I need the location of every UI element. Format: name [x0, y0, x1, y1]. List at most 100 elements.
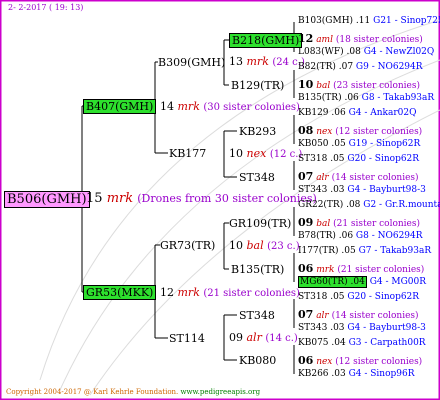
g1-node-1[interactable]: GR53(MKK) [83, 285, 157, 300]
g4-bot-id: B78(TR) .06 [298, 231, 354, 241]
g4-top-id: KB075 .04 [298, 338, 346, 348]
g4-bot[interactable]: ST343 .03 G4 - Bayburt98-3 [298, 324, 426, 333]
root-id: B506(GMH) [4, 191, 90, 208]
g4-mid: 06 nex (12 sister colonies) [298, 355, 422, 367]
g4-bot[interactable]: L083(WF) .08 G4 - NewZl02Q [298, 48, 434, 57]
g2-num: 13 [229, 55, 243, 68]
g4-note: (18 sister colonies) [335, 35, 423, 45]
g4-top[interactable]: KB129 .06 G4 - Ankar02Q [298, 109, 417, 118]
copyright-label: Copyright 2004-2017 @ Karl Kehrle Founda… [6, 388, 179, 396]
g2-mrk: bal [246, 239, 264, 252]
g4-num: 10 [298, 78, 314, 91]
g3-node[interactable]: KB293 [239, 126, 276, 137]
g4-top[interactable]: GR22(TR) .08 G2 - Gr.R.mounta [298, 201, 440, 210]
g4-bot-id: ST343 .03 [298, 185, 345, 195]
g4-bot-line: G4 - MG00R [369, 277, 427, 287]
g4-top[interactable]: ST318 .05 G20 - Sinop62R [298, 155, 419, 164]
g4-num: 09 [298, 216, 314, 229]
g3-node[interactable]: ST348 [239, 172, 275, 183]
g3-node[interactable]: KB080 [239, 355, 276, 366]
g1-mrk: mrk [177, 286, 200, 299]
g4-bot-line: G4 - Bayburt98-3 [347, 185, 426, 195]
g4-top-line: G20 - Sinop62R [347, 292, 420, 302]
g4-mrk: alr [316, 173, 329, 183]
g4-bot[interactable]: KB266 .03 G4 - Sinop96R [298, 370, 415, 379]
g4-bot[interactable]: MG60(TR) .04 G4 - MG00R [298, 276, 427, 288]
g4-top[interactable]: B82(TR) .07 G9 - NO6294R [298, 63, 423, 72]
g4-top-id: ST318 .05 [298, 292, 345, 302]
g4-top-line: G20 - Sinop62R [347, 154, 420, 164]
g4-bot-line: G4 - Bayburt98-3 [347, 323, 426, 333]
g4-mid: 12 aml (18 sister colonies) [298, 33, 423, 45]
g4-mid: 08 nex (12 sister colonies) [298, 125, 422, 137]
site-link[interactable]: www.pedigreeapis.org [181, 388, 261, 396]
date-stamp: 2- 2-2017 ( 19: 13) [8, 3, 84, 12]
g2-mrk: nex [246, 147, 267, 160]
g3-node[interactable]: B129(TR) [231, 80, 284, 91]
g3-node[interactable]: B135(TR) [231, 264, 284, 275]
g4-note: (14 sister colonies) [331, 173, 419, 183]
g1-info-1: 12 mrk (21 sister colonies) [160, 287, 300, 299]
g1-id: GR53(MKK) [83, 285, 157, 300]
g4-top-line: G4 - Ankar02Q [348, 108, 417, 118]
g4-top-id: GR22(TR) .08 [298, 200, 361, 210]
g2-mrk: mrk [246, 55, 269, 68]
root-node[interactable]: B506(GMH) [4, 191, 90, 208]
g4-bot-id: KB266 .03 [298, 369, 346, 379]
g4-top-id: KB129 .06 [298, 108, 346, 118]
g2-note: (14 c.) [265, 333, 298, 344]
g3-node[interactable]: B218(GMH) [229, 33, 303, 48]
g4-num: 06 [298, 354, 314, 367]
g4-bot[interactable]: B135(TR) .06 G8 - Takab93aR [298, 94, 434, 103]
root-info: 15 mrk (Drones from 30 sister colonies) [86, 192, 317, 205]
g1-num: 12 [160, 286, 174, 299]
g4-bot[interactable]: KB050 .05 G19 - Sinop62R [298, 140, 420, 149]
g4-mrk: bal [316, 219, 331, 229]
g2-node-0[interactable]: B309(GMH) [158, 57, 225, 68]
g4-bot-id: KB050 .05 [298, 139, 346, 149]
g4-top-line: G21 - Sinop72R [373, 16, 440, 26]
g4-bot-id: ST343 .03 [298, 323, 345, 333]
root-mrk: mrk [106, 191, 134, 206]
g3-node[interactable]: ST348 [239, 310, 275, 321]
copyright-text: Copyright 2004-2017 @ Karl Kehrle Founda… [6, 389, 260, 396]
g4-mrk: aml [316, 35, 333, 45]
g4-top[interactable]: B103(GMH) .11 G21 - Sinop72R [298, 17, 440, 26]
g2-num: 10 [229, 239, 243, 252]
g4-bot-line: G4 - Sinop96R [348, 369, 415, 379]
g2-info-0: 13 mrk (24 c.) [229, 56, 305, 68]
g4-top[interactable]: ST318 .05 G20 - Sinop62R [298, 293, 419, 302]
g2-node-3[interactable]: ST114 [169, 333, 205, 344]
g4-mrk: mrk [316, 265, 335, 275]
g2-info-3: 09 alr (14 c.) [229, 332, 298, 344]
g1-id: B407(GMH) [83, 99, 157, 114]
g4-mrk: nex [316, 127, 333, 137]
g2-node-1[interactable]: KB177 [169, 148, 206, 159]
g3-id: B218(GMH) [229, 33, 303, 48]
g1-mrk: mrk [177, 100, 200, 113]
g4-bot-line: G4 - NewZl02Q [363, 47, 435, 57]
g4-note: (12 sister colonies) [335, 127, 423, 137]
g4-num: 07 [298, 170, 314, 183]
g4-mrk: alr [316, 311, 329, 321]
g2-node-2[interactable]: GR73(TR) [160, 240, 215, 251]
g4-bot[interactable]: B78(TR) .06 G8 - NO6294R [298, 232, 423, 241]
g4-num: 06 [298, 262, 314, 275]
g4-note: (14 sister colonies) [331, 311, 419, 321]
root-note: (Drones from 30 sister colonies) [137, 192, 317, 205]
g3-node[interactable]: GR109(TR) [229, 218, 291, 229]
g4-top-line: G2 - Gr.R.mounta [363, 200, 440, 210]
g4-num: 07 [298, 308, 314, 321]
g4-top[interactable]: I177(TR) .05 G7 - Takab93aR [298, 247, 431, 256]
g1-node-0[interactable]: B407(GMH) [83, 99, 157, 114]
g2-info-2: 10 bal (23 c.) [229, 240, 300, 252]
g4-note: (21 sister colonies) [333, 219, 421, 229]
g4-bot-id: L083(WF) .08 [298, 47, 361, 57]
g4-top-id: I177(TR) .05 [298, 246, 356, 256]
g4-top-line: G9 - NO6294R [355, 62, 423, 72]
g4-bot[interactable]: ST343 .03 G4 - Bayburt98-3 [298, 186, 426, 195]
g4-top[interactable]: KB075 .04 G3 - Carpath00R [298, 339, 426, 348]
g1-note: (21 sister colonies) [203, 288, 300, 299]
g2-mrk: alr [246, 331, 262, 344]
g4-mid: 09 bal (21 sister colonies) [298, 217, 420, 229]
